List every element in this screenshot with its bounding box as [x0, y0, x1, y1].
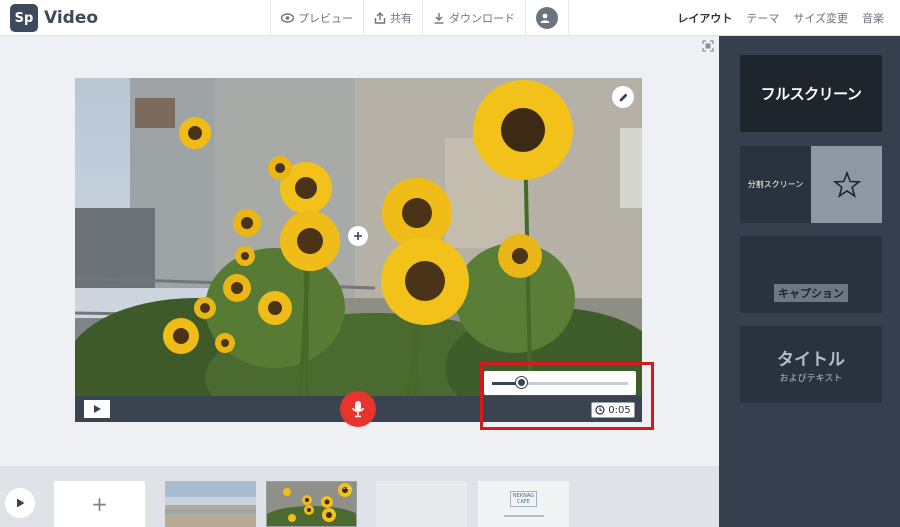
- layout-split-label: 分割スクリーン: [747, 180, 804, 189]
- layout-split[interactable]: 分割スクリーン: [740, 146, 882, 223]
- top-actions: プレビュー 共有 ダウンロード: [270, 0, 569, 36]
- top-tabs: レイアウト テーマ サイズ変更 音楽: [663, 0, 884, 36]
- app-title: Video: [44, 8, 99, 28]
- preview-button[interactable]: プレビュー: [270, 0, 363, 36]
- tab-music[interactable]: 音楽: [862, 10, 884, 26]
- timeline-clip[interactable]: [165, 481, 256, 527]
- highlight-annotation: [480, 362, 654, 430]
- app-logo[interactable]: Sp Video: [10, 4, 98, 32]
- tab-resize[interactable]: サイズ変更: [793, 10, 848, 26]
- add-element-button[interactable]: [348, 226, 368, 246]
- share-icon: [374, 12, 386, 24]
- play-icon: [94, 405, 101, 413]
- play-icon: [17, 498, 25, 508]
- timeline-clip[interactable]: NEKNAG CAFE: [478, 481, 569, 527]
- clip-logo-text: NEKNAG CAFE: [509, 491, 538, 507]
- eye-icon: [281, 13, 294, 23]
- layout-caption[interactable]: キャプション: [740, 236, 882, 313]
- share-label: 共有: [390, 12, 412, 25]
- clip-text-line: [503, 515, 544, 517]
- microphone-icon: [352, 401, 364, 418]
- share-button[interactable]: 共有: [363, 0, 422, 36]
- edit-button[interactable]: [612, 86, 634, 108]
- layout-title-label: タイトル: [777, 350, 845, 370]
- preview-label: プレビュー: [298, 12, 353, 25]
- layout-title-sublabel: およびテキスト: [779, 374, 843, 384]
- pencil-icon: [619, 93, 627, 101]
- timeline-clip[interactable]: [376, 481, 467, 527]
- layout-panel: フルスクリーン 分割スクリーン キャプション タイトル およびテキスト: [719, 36, 900, 527]
- download-icon: [434, 13, 444, 24]
- tab-theme[interactable]: テーマ: [746, 10, 779, 26]
- record-voice-button[interactable]: [340, 391, 376, 427]
- layout-caption-label: キャプション: [774, 283, 848, 302]
- user-icon: [536, 7, 558, 29]
- layout-fullscreen[interactable]: フルスクリーン: [740, 55, 882, 132]
- play-button[interactable]: [84, 400, 110, 418]
- layout-title[interactable]: タイトル およびテキスト: [740, 326, 882, 403]
- add-clip-button[interactable]: +: [54, 481, 145, 527]
- tab-layout[interactable]: レイアウト: [677, 10, 732, 26]
- top-bar: Sp Video プレビュー 共有 ダウンロード レイアウト テーマ サイズ変更…: [0, 0, 900, 36]
- clip-menu-icon[interactable]: ···: [342, 484, 352, 495]
- plus-icon: [354, 232, 362, 240]
- fit-screen-icon[interactable]: [702, 40, 714, 52]
- account-button[interactable]: [525, 0, 569, 36]
- star-icon: [832, 170, 861, 198]
- timeline-clip-selected[interactable]: ···: [266, 481, 357, 527]
- layout-fullscreen-label: フルスクリーン: [760, 85, 862, 103]
- download-label: ダウンロード: [449, 12, 515, 25]
- clip-thumbnail: [165, 481, 256, 527]
- timeline-play-button[interactable]: [5, 488, 35, 518]
- logo-badge: Sp: [10, 4, 38, 32]
- split-image-slot: [811, 146, 882, 223]
- download-button[interactable]: ダウンロード: [422, 0, 525, 36]
